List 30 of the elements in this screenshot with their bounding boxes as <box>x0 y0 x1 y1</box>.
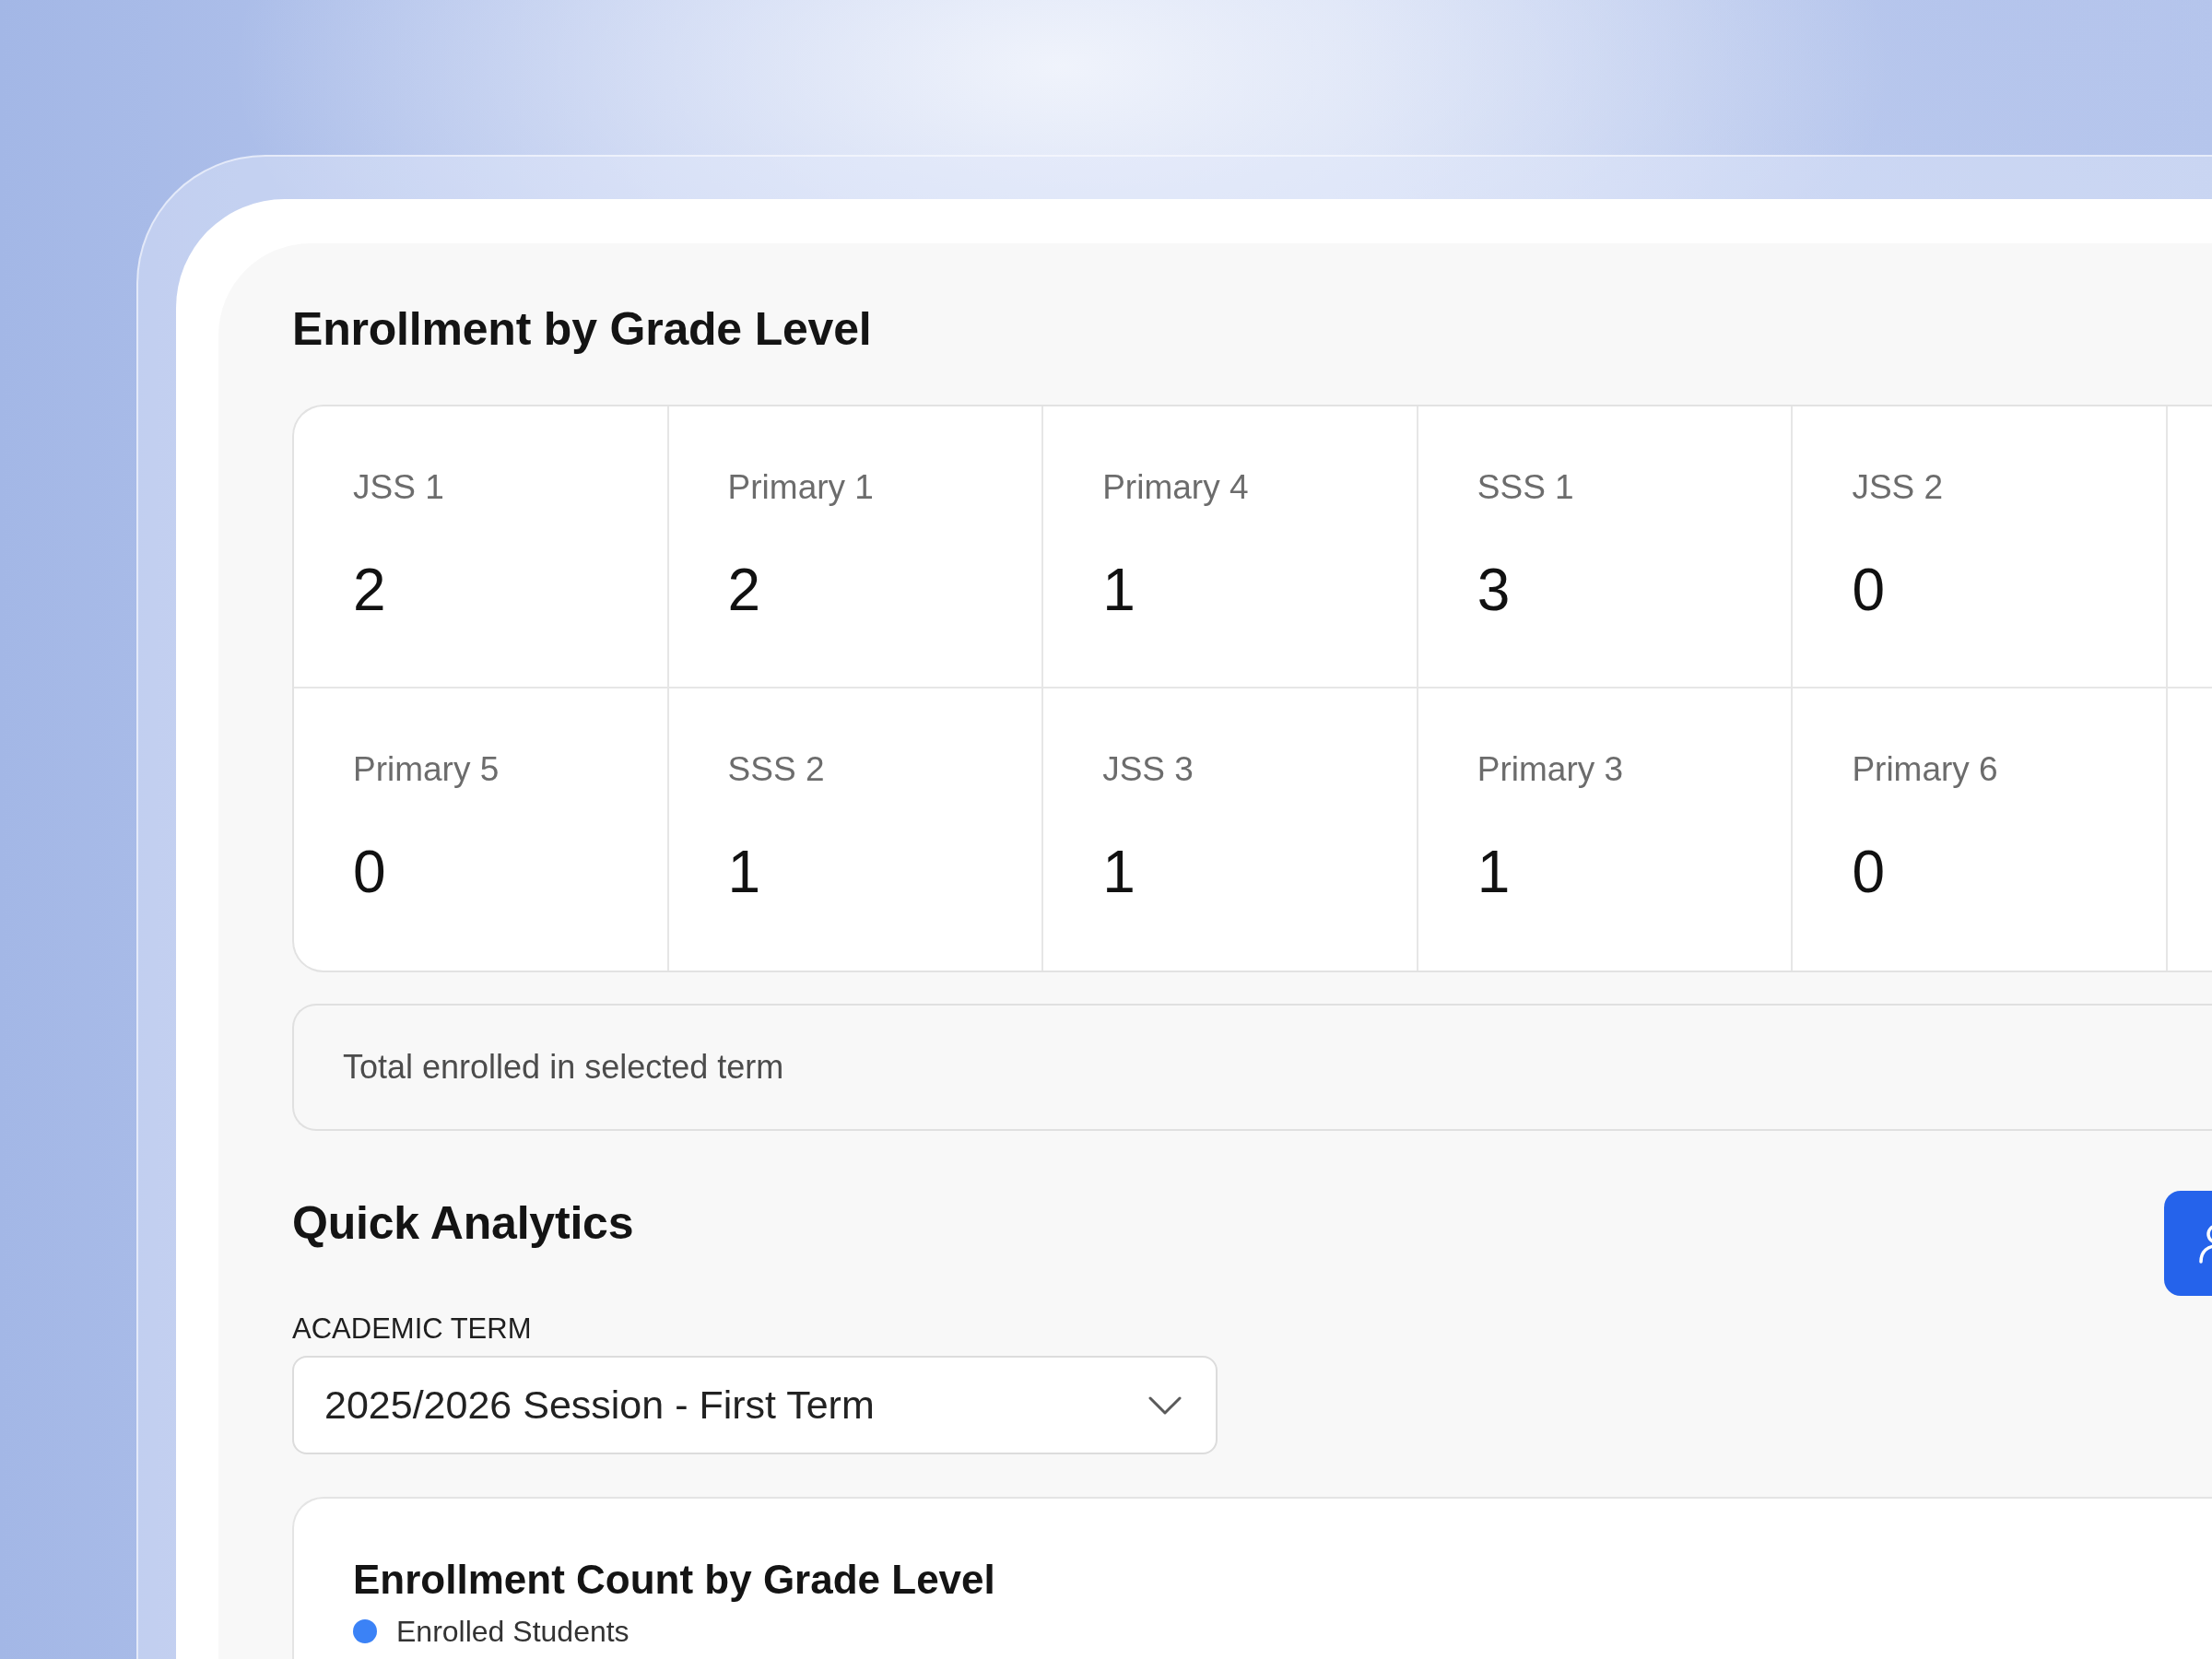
section-title: Enrollment by Grade Level <box>292 302 872 357</box>
grade-label: Primary 4 <box>1102 467 1249 508</box>
grade-label: JSS 2 <box>1852 467 1944 508</box>
enrollment-count: 3 <box>1477 556 1511 624</box>
enrollment-count: 0 <box>1852 556 1885 624</box>
enrollment-count: 0 <box>1852 838 1885 906</box>
enrollment-count: 2 <box>727 556 761 624</box>
legend-label: Enrolled Students <box>396 1615 629 1648</box>
grade-label: SSS 1 <box>1477 467 1574 508</box>
section-title: Quick Analytics <box>292 1196 634 1251</box>
grade-label: Primary 6 <box>1852 749 1998 790</box>
enrollment-count: 0 <box>353 838 386 906</box>
person-icon <box>2198 1223 2212 1264</box>
grade-label: JSS 3 <box>1102 749 1194 790</box>
enrollment-count: 1 <box>727 838 761 906</box>
grade-label: Primary 1 <box>727 467 874 508</box>
field-label: ACADEMIC TERM <box>292 1312 532 1347</box>
enrollment-count: 1 <box>1102 556 1135 624</box>
grade-label: Primary 3 <box>1477 749 1624 790</box>
chart-title: Enrollment Count by Grade Level <box>353 1556 995 1604</box>
grade-label: JSS 1 <box>353 467 444 508</box>
enrollment-count: 2 <box>353 556 386 624</box>
grade-label: SSS 2 <box>727 749 825 790</box>
total-label: Total enrolled in selected term <box>343 1047 784 1088</box>
grade-label: Primary 5 <box>353 749 500 790</box>
enrollment-count: 1 <box>1102 838 1135 906</box>
chevron-down-icon <box>1148 1395 1182 1415</box>
enrollment-count: 1 <box>1477 838 1511 906</box>
term-select[interactable]: 2025/2026 Session - First Term <box>292 1356 1218 1454</box>
user-button[interactable] <box>2164 1191 2212 1296</box>
